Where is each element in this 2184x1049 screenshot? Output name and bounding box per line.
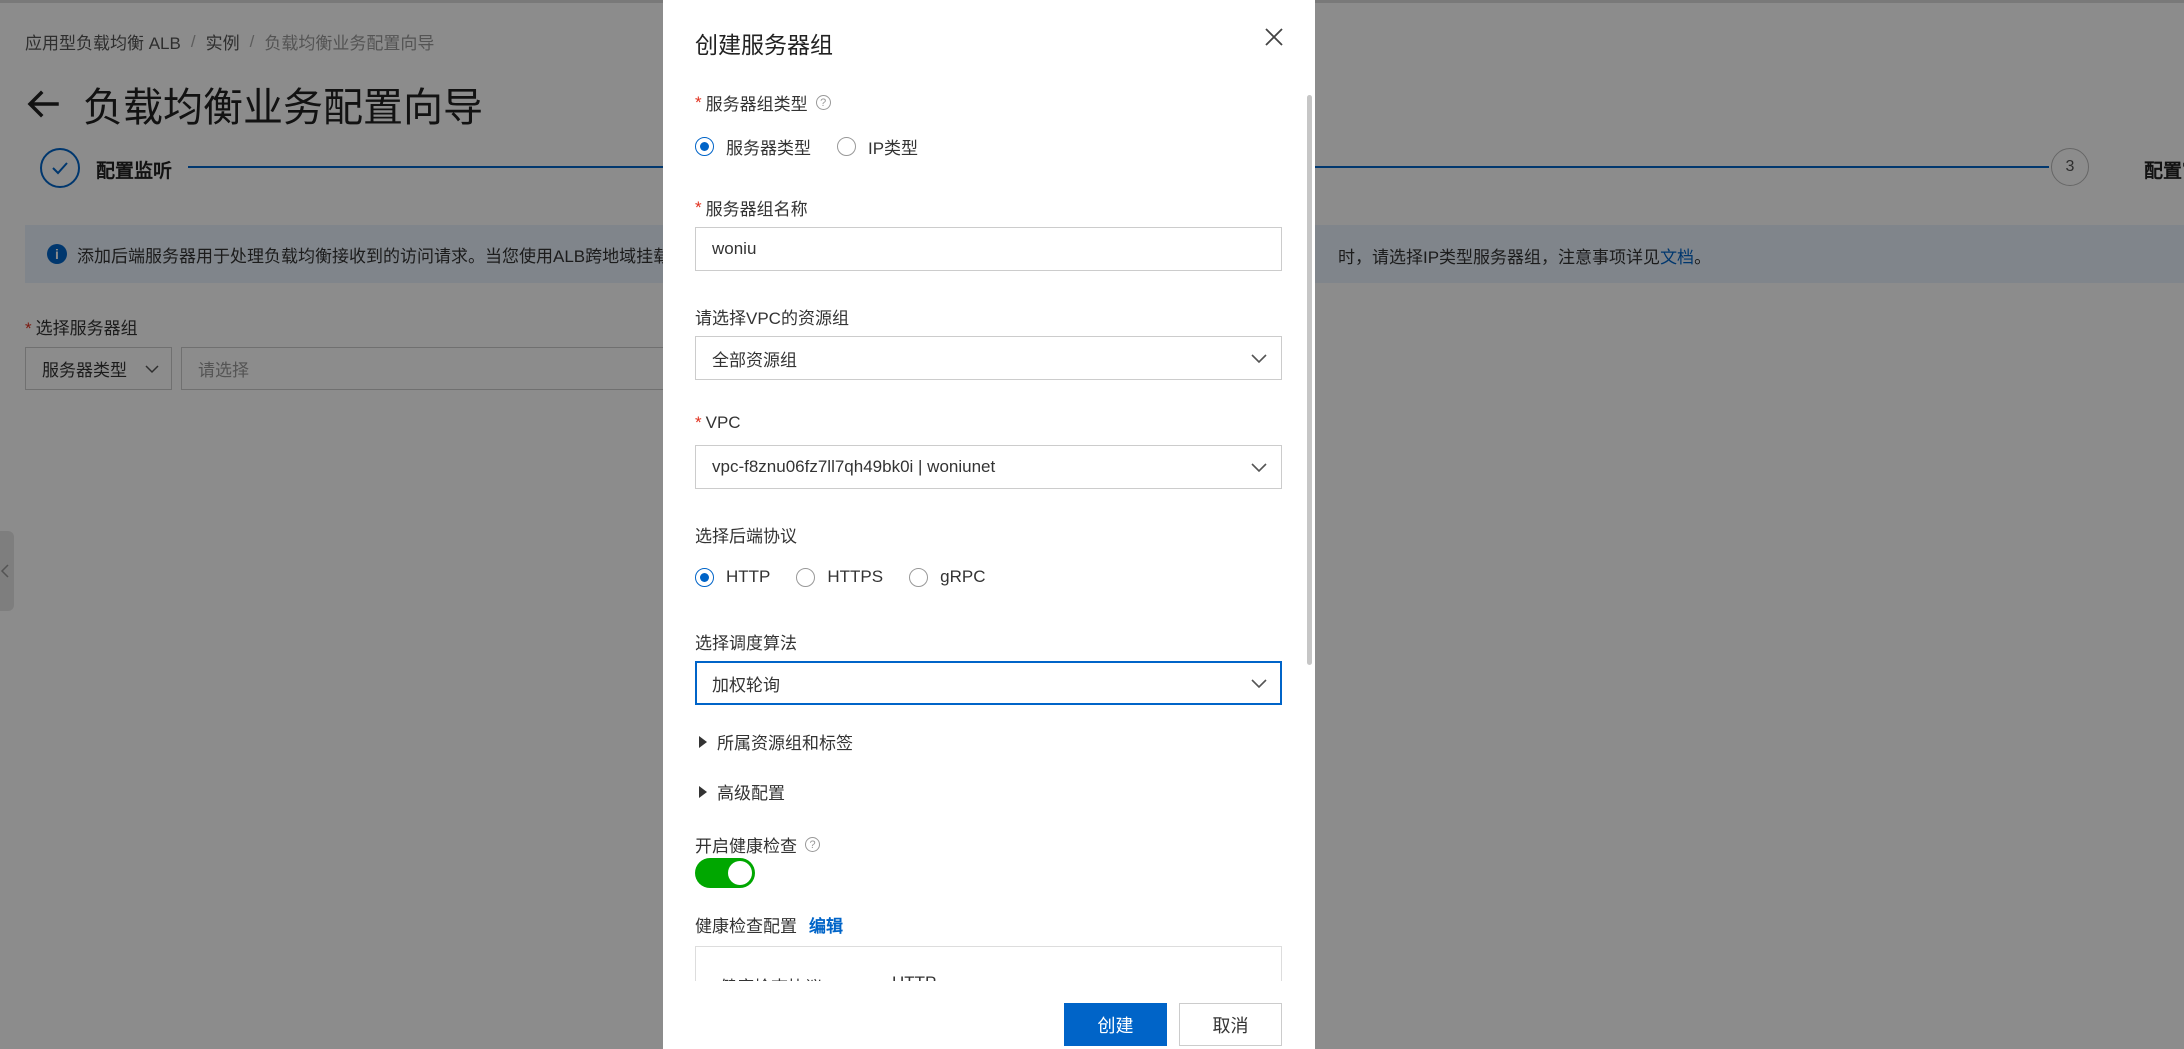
caret-right-icon bbox=[699, 735, 707, 748]
required-mark: * bbox=[695, 92, 702, 112]
caret-right-icon bbox=[699, 785, 707, 798]
dialog-footer: 创建 取消 bbox=[663, 985, 1315, 1049]
resource-group-label: 请选择VPC的资源组 bbox=[695, 304, 849, 329]
vpc-value: vpc-f8znu06fz7ll7qh49bk0i | woniunet bbox=[712, 457, 996, 476]
health-check-label: 开启健康检查 ? bbox=[695, 832, 820, 857]
group-name-label-text: 服务器组名称 bbox=[705, 200, 808, 219]
chevron-down-icon bbox=[1251, 463, 1267, 473]
close-icon[interactable] bbox=[1263, 26, 1285, 48]
group-type-radio-group: 服务器类型 IP类型 bbox=[695, 134, 944, 159]
protocol-label-text: 选择后端协议 bbox=[695, 527, 797, 546]
group-name-label: * 服务器组名称 bbox=[695, 195, 808, 220]
create-button[interactable]: 创建 bbox=[1064, 1003, 1167, 1046]
vpc-label-text: VPC bbox=[705, 413, 741, 432]
collapse-advanced-label: 高级配置 bbox=[717, 784, 785, 803]
create-server-group-dialog: 创建服务器组 * 服务器组类型 ? 服务器类型 IP类型 * 服务器组名称 wo… bbox=[663, 0, 1315, 1049]
radio-label: HTTPS bbox=[827, 567, 884, 586]
health-config-box: 健康检查协议 HTTP bbox=[695, 946, 1282, 981]
protocol-radio-group: HTTP HTTPS gRPC bbox=[695, 567, 1011, 587]
required-mark: * bbox=[695, 413, 702, 432]
health-config-row: 健康检查协议 HTTP bbox=[720, 973, 936, 981]
radio-label: HTTP bbox=[726, 567, 771, 586]
help-icon[interactable]: ? bbox=[805, 837, 820, 852]
protocol-label: 选择后端协议 bbox=[695, 522, 797, 547]
health-config-edit-link[interactable]: 编辑 bbox=[809, 912, 843, 937]
collapse-advanced[interactable]: 高级配置 bbox=[699, 779, 785, 804]
collapse-tags-label: 所属资源组和标签 bbox=[717, 734, 853, 753]
radio-https[interactable]: HTTPS bbox=[796, 567, 883, 587]
health-config-label: 健康检查配置 bbox=[695, 917, 797, 936]
radio-label: gRPC bbox=[940, 567, 986, 586]
cancel-button[interactable]: 取消 bbox=[1179, 1003, 1282, 1046]
help-icon[interactable]: ? bbox=[815, 95, 831, 110]
group-name-value: woniu bbox=[712, 239, 757, 258]
radio-checked-icon bbox=[695, 137, 714, 156]
dialog-title: 创建服务器组 bbox=[695, 32, 833, 58]
radio-unchecked-icon bbox=[909, 567, 929, 587]
algorithm-label-text: 选择调度算法 bbox=[695, 634, 797, 653]
health-check-toggle[interactable] bbox=[695, 858, 755, 888]
chevron-down-icon bbox=[1251, 679, 1267, 689]
algorithm-label: 选择调度算法 bbox=[695, 629, 797, 654]
resource-group-label-text: 请选择VPC的资源组 bbox=[695, 309, 849, 328]
radio-http[interactable]: HTTP bbox=[695, 567, 770, 587]
radio-grpc[interactable]: gRPC bbox=[909, 567, 985, 587]
collapse-tags[interactable]: 所属资源组和标签 bbox=[699, 729, 853, 754]
radio-unchecked-icon bbox=[837, 137, 856, 156]
resource-group-value: 全部资源组 bbox=[712, 350, 797, 370]
radio-checked-icon bbox=[695, 567, 714, 587]
group-type-label: * 服务器组类型 ? bbox=[695, 90, 831, 115]
dialog-scrollbar[interactable] bbox=[1307, 95, 1312, 665]
algorithm-select[interactable]: 加权轮询 bbox=[695, 661, 1282, 705]
radio-ip-type[interactable]: IP类型 bbox=[837, 134, 918, 159]
required-mark: * bbox=[695, 197, 702, 217]
health-config-header: 健康检查配置 编辑 bbox=[695, 912, 843, 937]
chevron-down-icon bbox=[1251, 354, 1267, 364]
resource-group-select[interactable]: 全部资源组 bbox=[695, 336, 1282, 380]
group-name-input[interactable]: woniu bbox=[695, 227, 1282, 271]
algorithm-value: 加权轮询 bbox=[712, 675, 780, 695]
vpc-label: * VPC bbox=[695, 413, 741, 433]
health-config-key: 健康检查协议 bbox=[720, 973, 822, 981]
health-config-value: HTTP bbox=[892, 973, 936, 981]
health-check-label-text: 开启健康检查 bbox=[695, 837, 797, 856]
vpc-select[interactable]: vpc-f8znu06fz7ll7qh49bk0i | woniunet bbox=[695, 445, 1282, 489]
radio-server-type[interactable]: 服务器类型 bbox=[695, 134, 811, 159]
radio-unchecked-icon bbox=[796, 567, 816, 587]
radio-label: 服务器类型 bbox=[726, 139, 811, 158]
radio-label: IP类型 bbox=[868, 139, 919, 158]
group-type-label-text: 服务器组类型 bbox=[705, 95, 808, 114]
